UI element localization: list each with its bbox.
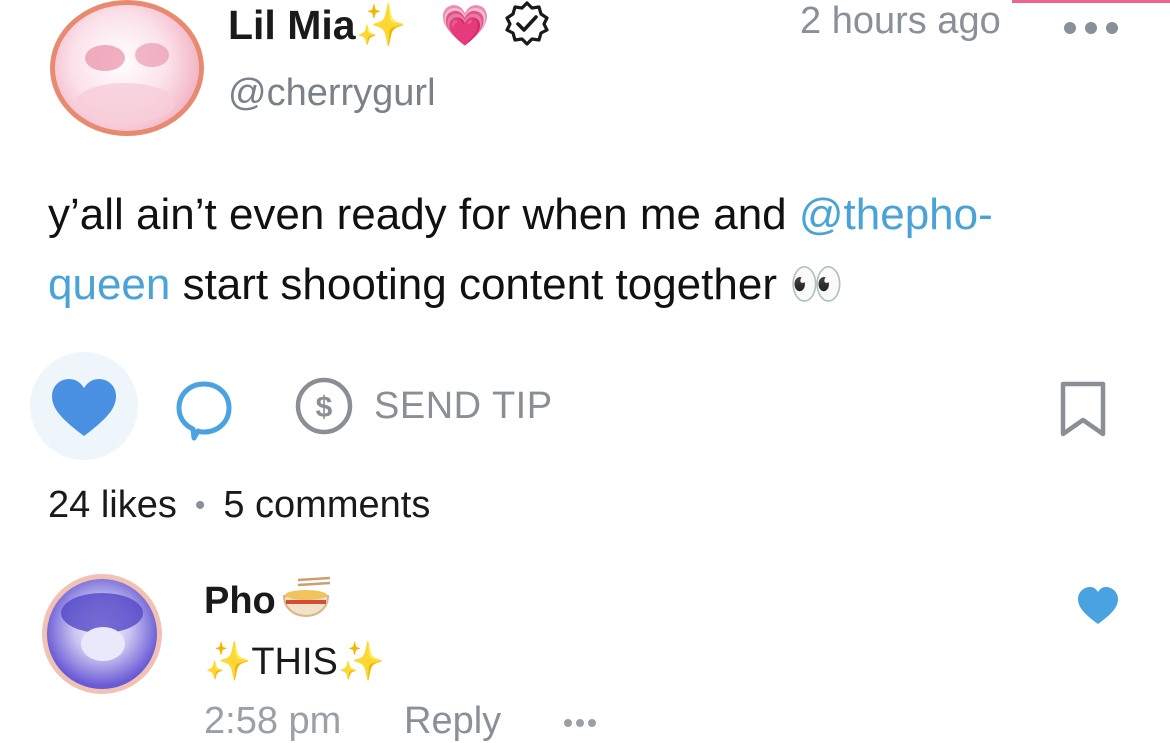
comment-bubble-icon <box>176 381 232 441</box>
reply-button[interactable]: Reply <box>404 700 501 743</box>
post-author-avatar[interactable] <box>50 0 204 136</box>
comment-timestamp: 2:58 pm <box>204 700 342 742</box>
comments-count[interactable]: 5 comments <box>223 484 430 527</box>
verified-badge-icon <box>504 0 550 51</box>
top-accent-bar <box>1012 0 1170 3</box>
post-timestamp: 2 hours ago <box>800 0 1001 42</box>
comment-button[interactable] <box>174 378 234 447</box>
likes-count[interactable]: 24 likes <box>48 484 177 527</box>
post-stats: 24 likes • 5 comments <box>48 484 430 527</box>
bookmark-icon <box>1060 381 1106 437</box>
author-name-text: Lil Mia <box>228 2 356 48</box>
send-tip-label: SEND TIP <box>374 384 553 427</box>
comment-author-name[interactable]: Pho <box>204 580 276 623</box>
heart-icon <box>52 379 116 436</box>
post-text-part: y’all ain’t even ready for when me and <box>48 190 799 239</box>
heart-icon <box>1078 587 1118 624</box>
post-author-name[interactable]: Lil Mia✨ <box>228 2 407 50</box>
comment-author-avatar[interactable] <box>42 574 162 694</box>
comment-like-button[interactable] <box>1076 586 1120 631</box>
send-tip-button[interactable]: $ SEND TIP <box>294 376 553 436</box>
svg-text:$: $ <box>316 391 333 424</box>
dollar-coin-icon: $ <box>295 377 353 435</box>
post-text: y’all ain’t even ready for when me and @… <box>48 180 1128 320</box>
eyes-emoji: 👀 <box>789 260 844 309</box>
comment-text: ✨THIS✨ <box>204 641 386 683</box>
noodle-emoji <box>280 576 332 625</box>
more-dots-icon[interactable] <box>1063 20 1119 41</box>
sparkle-emoji: ✨ <box>355 2 407 48</box>
stats-separator: • <box>194 488 206 522</box>
heart-emoji: 💗 <box>440 4 490 48</box>
comment-more-dots-icon[interactable] <box>563 716 597 734</box>
post-text-part: start shooting content together <box>170 260 790 309</box>
post-author-handle[interactable]: @cherrygurl <box>228 72 436 115</box>
bookmark-button[interactable] <box>1058 380 1108 443</box>
like-button[interactable] <box>30 352 138 460</box>
